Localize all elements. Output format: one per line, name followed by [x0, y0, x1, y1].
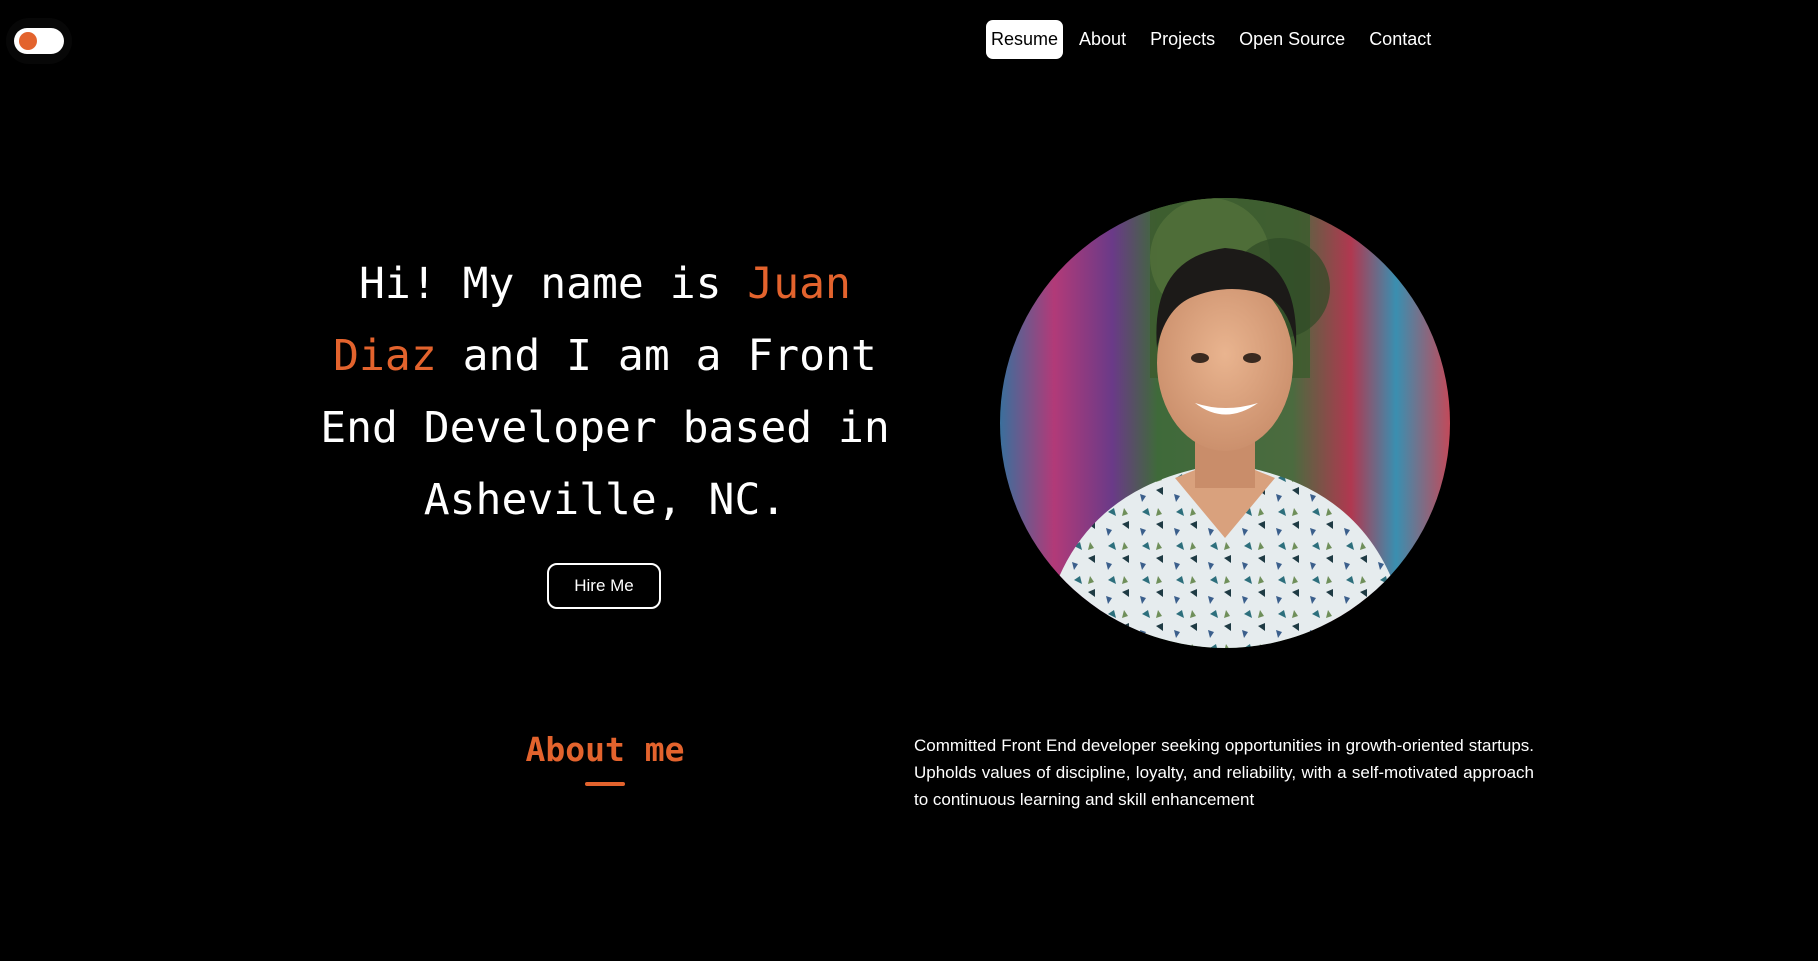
theme-toggle-container: [6, 18, 72, 64]
hero-headline: Hi! My name is Juan Diaz and I am a Fron…: [300, 248, 910, 536]
about-heading: About me: [525, 730, 685, 769]
hero-intro: Hi! My name is: [359, 259, 748, 309]
portfolio-page: Resume About Projects Open Source Contac…: [0, 0, 1818, 961]
nav-item-projects[interactable]: Projects: [1144, 21, 1221, 58]
hire-me-button[interactable]: Hire Me: [547, 563, 661, 609]
nav-item-open-source[interactable]: Open Source: [1233, 21, 1351, 58]
nav-item-resume[interactable]: Resume: [986, 20, 1064, 59]
nav-item-contact[interactable]: Contact: [1363, 21, 1437, 58]
theme-toggle[interactable]: [14, 28, 64, 54]
about-text: Committed Front End developer seeking op…: [914, 736, 1534, 809]
profile-photo-icon: [1000, 198, 1450, 648]
nav-item-about[interactable]: About: [1073, 21, 1132, 58]
about-underline: [585, 782, 625, 786]
profile-photo: [1000, 198, 1450, 648]
theme-toggle-knob-icon: [19, 32, 37, 50]
main-nav: Resume About Projects Open Source Contac…: [986, 20, 1449, 59]
